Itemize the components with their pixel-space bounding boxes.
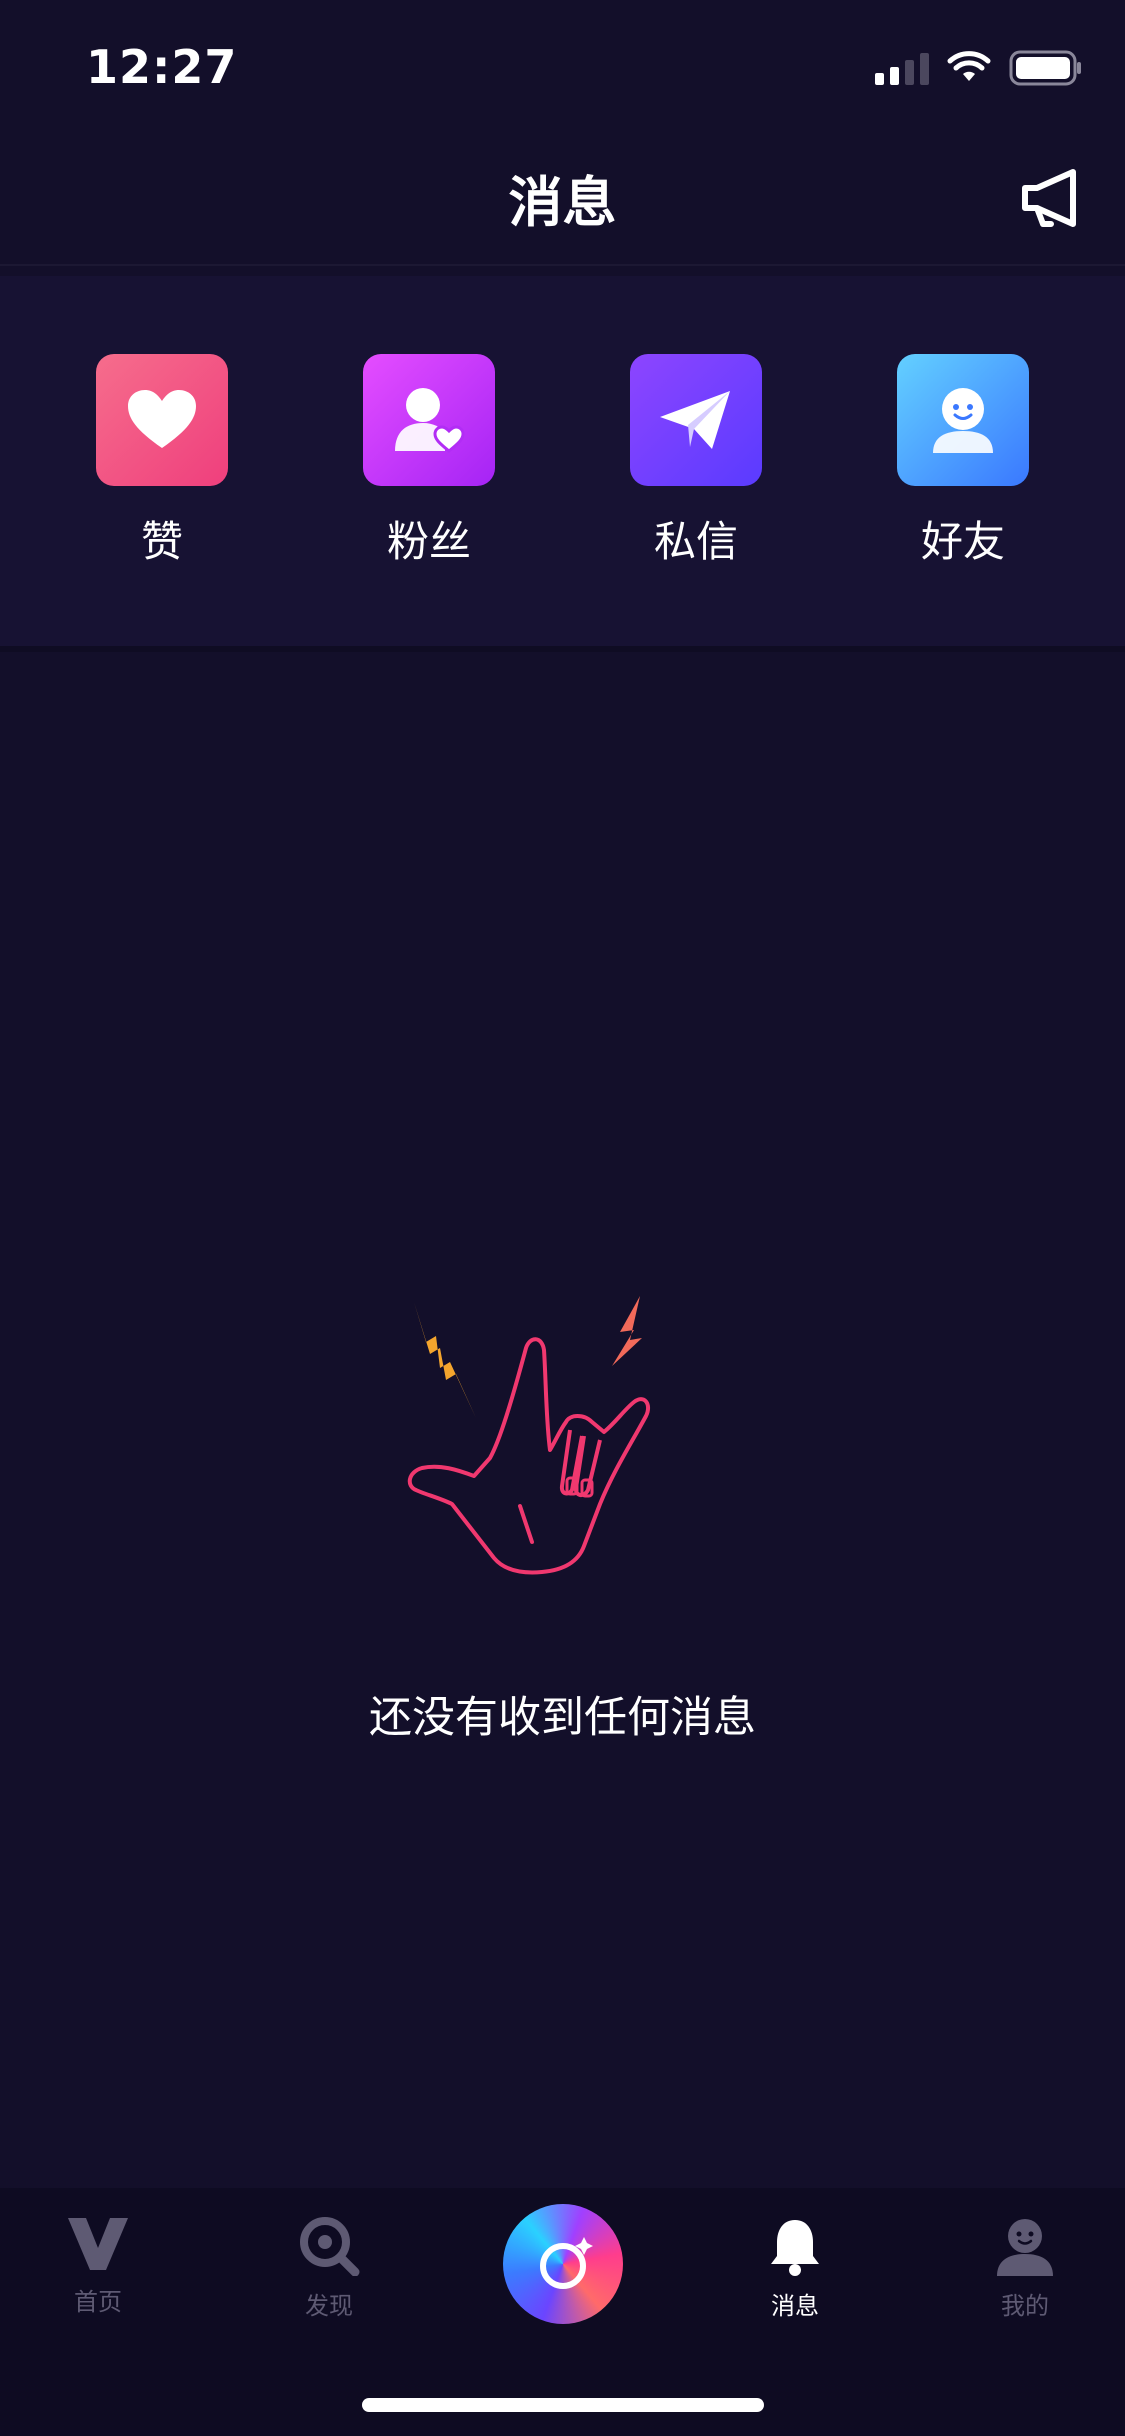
shortcut-fans[interactable]: 粉丝	[329, 354, 529, 569]
tab-label: 消息	[771, 2292, 819, 2320]
shortcut-panel: 赞 粉丝 私信 好友	[0, 276, 1125, 646]
camera-capture-button[interactable]	[503, 2204, 623, 2324]
status-time: 12:27	[86, 40, 238, 94]
cellular-signal-icon	[875, 51, 929, 85]
tab-label: 首页	[74, 2288, 122, 2316]
messages-tile	[630, 354, 762, 486]
empty-state-message: 还没有收到任何消息	[369, 1693, 756, 1743]
home-indicator	[362, 2398, 764, 2412]
paper-plane-icon	[660, 391, 730, 449]
tab-discover[interactable]: 发现	[249, 2216, 409, 2321]
friends-tile	[897, 354, 1029, 486]
tab-profile[interactable]: 我的	[945, 2216, 1105, 2321]
status-icons	[875, 50, 1083, 86]
shortcut-likes[interactable]: 赞	[62, 354, 262, 569]
rock-hand-icon	[407, 1296, 651, 1575]
shortcut-label: 粉丝	[386, 517, 471, 566]
heart-icon	[128, 390, 196, 448]
tab-messages[interactable]: 消息	[715, 2216, 875, 2321]
likes-tile	[96, 354, 228, 486]
page-title: 消息	[508, 171, 617, 234]
tab-label: 我的	[1001, 2292, 1049, 2320]
fans-tile	[363, 354, 495, 486]
shortcut-label: 赞	[140, 517, 183, 566]
megaphone-icon[interactable]	[1015, 162, 1087, 234]
wifi-icon	[947, 51, 991, 81]
nav-bar: 消息	[0, 132, 1125, 266]
bell-icon	[771, 2220, 819, 2276]
status-bar: 12:27	[0, 0, 1125, 132]
shortcut-friends[interactable]: 好友	[863, 354, 1063, 569]
section-divider	[0, 646, 1125, 652]
battery-icon	[1009, 50, 1081, 86]
friend-face-icon	[933, 388, 993, 453]
profile-icon	[997, 2219, 1053, 2276]
camera-capture-icon	[540, 2237, 593, 2289]
search-icon	[300, 2217, 360, 2277]
tab-home[interactable]: 首页	[18, 2216, 178, 2317]
shortcut-label: 好友	[920, 517, 1005, 566]
shortcut-direct-messages[interactable]: 私信	[596, 354, 796, 569]
v-logo-icon	[68, 2218, 128, 2270]
tab-label: 发现	[305, 2292, 353, 2320]
fan-user-heart-icon	[395, 388, 465, 453]
shortcut-label: 私信	[653, 517, 738, 566]
